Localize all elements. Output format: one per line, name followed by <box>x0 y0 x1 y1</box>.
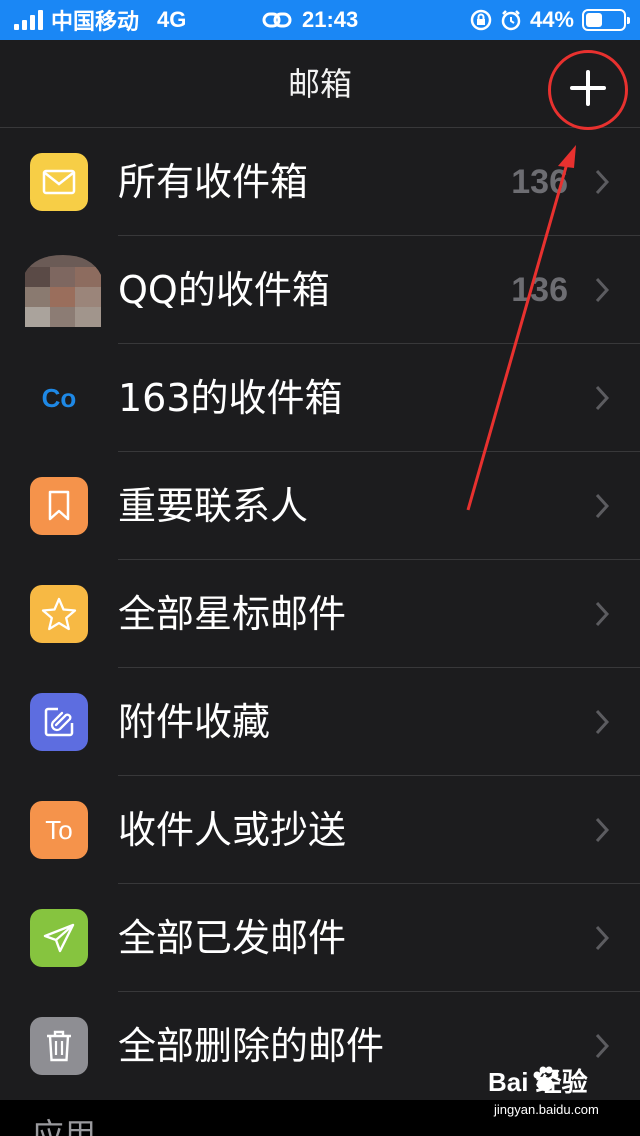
mailbox-row-starred[interactable]: 全部星标邮件 <box>0 560 640 668</box>
mailbox-row-attachments[interactable]: 附件收藏 <box>0 668 640 776</box>
chevron-right-icon <box>595 277 610 303</box>
mailbox-label: 全部星标邮件 <box>118 592 347 636</box>
attachment-icon <box>30 693 88 751</box>
chevron-right-icon <box>595 709 610 735</box>
chevron-right-icon <box>595 1033 610 1059</box>
chevron-right-icon <box>595 493 610 519</box>
star-icon <box>30 585 88 643</box>
navigation-bar: 邮箱 <box>0 40 640 130</box>
mailbox-row-vip-contacts[interactable]: 重要联系人 <box>0 452 640 560</box>
status-bar: 中国移动 4G 21:43 44% <box>0 0 640 40</box>
chevron-right-icon <box>595 817 610 843</box>
chevron-right-icon <box>595 385 610 411</box>
avatar <box>25 253 101 327</box>
mailbox-label: 收件人或抄送 <box>118 808 347 852</box>
mailbox-label: QQ的收件箱 <box>118 268 330 312</box>
mailbox-label: 所有收件箱 <box>118 160 309 204</box>
clock-time: 21:43 <box>302 7 359 32</box>
envelope-icon <box>30 153 88 211</box>
chevron-right-icon <box>595 601 610 627</box>
paw-icon <box>533 1066 559 1091</box>
bookmark-icon <box>30 477 88 535</box>
mailbox-label: 163的收件箱 <box>118 376 343 420</box>
carrier-name: 中国移动 <box>51 9 140 34</box>
mailbox-label: 全部删除的邮件 <box>118 1024 385 1068</box>
mailbox-label: 重要联系人 <box>118 484 309 528</box>
mailbox-row-all-inboxes[interactable]: 所有收件箱 136 <box>0 128 640 236</box>
co-text-icon: Co <box>41 382 77 413</box>
watermark-url: jingyan.baidu.com <box>494 1102 599 1117</box>
plus-icon <box>570 70 606 106</box>
unread-count: 136 <box>511 271 568 309</box>
battery-percent: 44% <box>529 7 574 32</box>
to-text-icon: To <box>30 801 88 859</box>
section-label: 应用 <box>32 1116 97 1136</box>
link-icon <box>262 12 292 28</box>
mailbox-label: 全部已发邮件 <box>118 916 347 960</box>
trash-icon <box>30 1017 88 1075</box>
mailbox-row-qq-inbox[interactable]: QQ的收件箱 136 <box>0 236 640 344</box>
alarm-icon <box>501 10 521 31</box>
network-type: 4G <box>157 7 187 32</box>
signal-strength-icon <box>14 10 43 30</box>
baidu-watermark: Bai 经验 jingyan.baidu.com <box>488 1062 628 1122</box>
mailbox-label: 附件收藏 <box>118 700 271 744</box>
rotation-lock-icon <box>470 9 492 31</box>
unread-count: 136 <box>511 163 568 201</box>
mailbox-row-to-cc[interactable]: To 收件人或抄送 <box>0 776 640 884</box>
page-title: 邮箱 <box>287 65 352 103</box>
mailbox-list: 所有收件箱 136 QQ的收件箱 136 Co 163的收件箱 重要联系人 全部… <box>0 128 640 1100</box>
chevron-right-icon <box>595 169 610 195</box>
chevron-right-icon <box>595 925 610 951</box>
paper-plane-icon <box>30 909 88 967</box>
battery-icon <box>582 9 630 31</box>
add-account-button[interactable] <box>548 50 628 130</box>
mailbox-row-sent[interactable]: 全部已发邮件 <box>0 884 640 992</box>
mailbox-row-163-inbox[interactable]: Co 163的收件箱 <box>0 344 640 452</box>
